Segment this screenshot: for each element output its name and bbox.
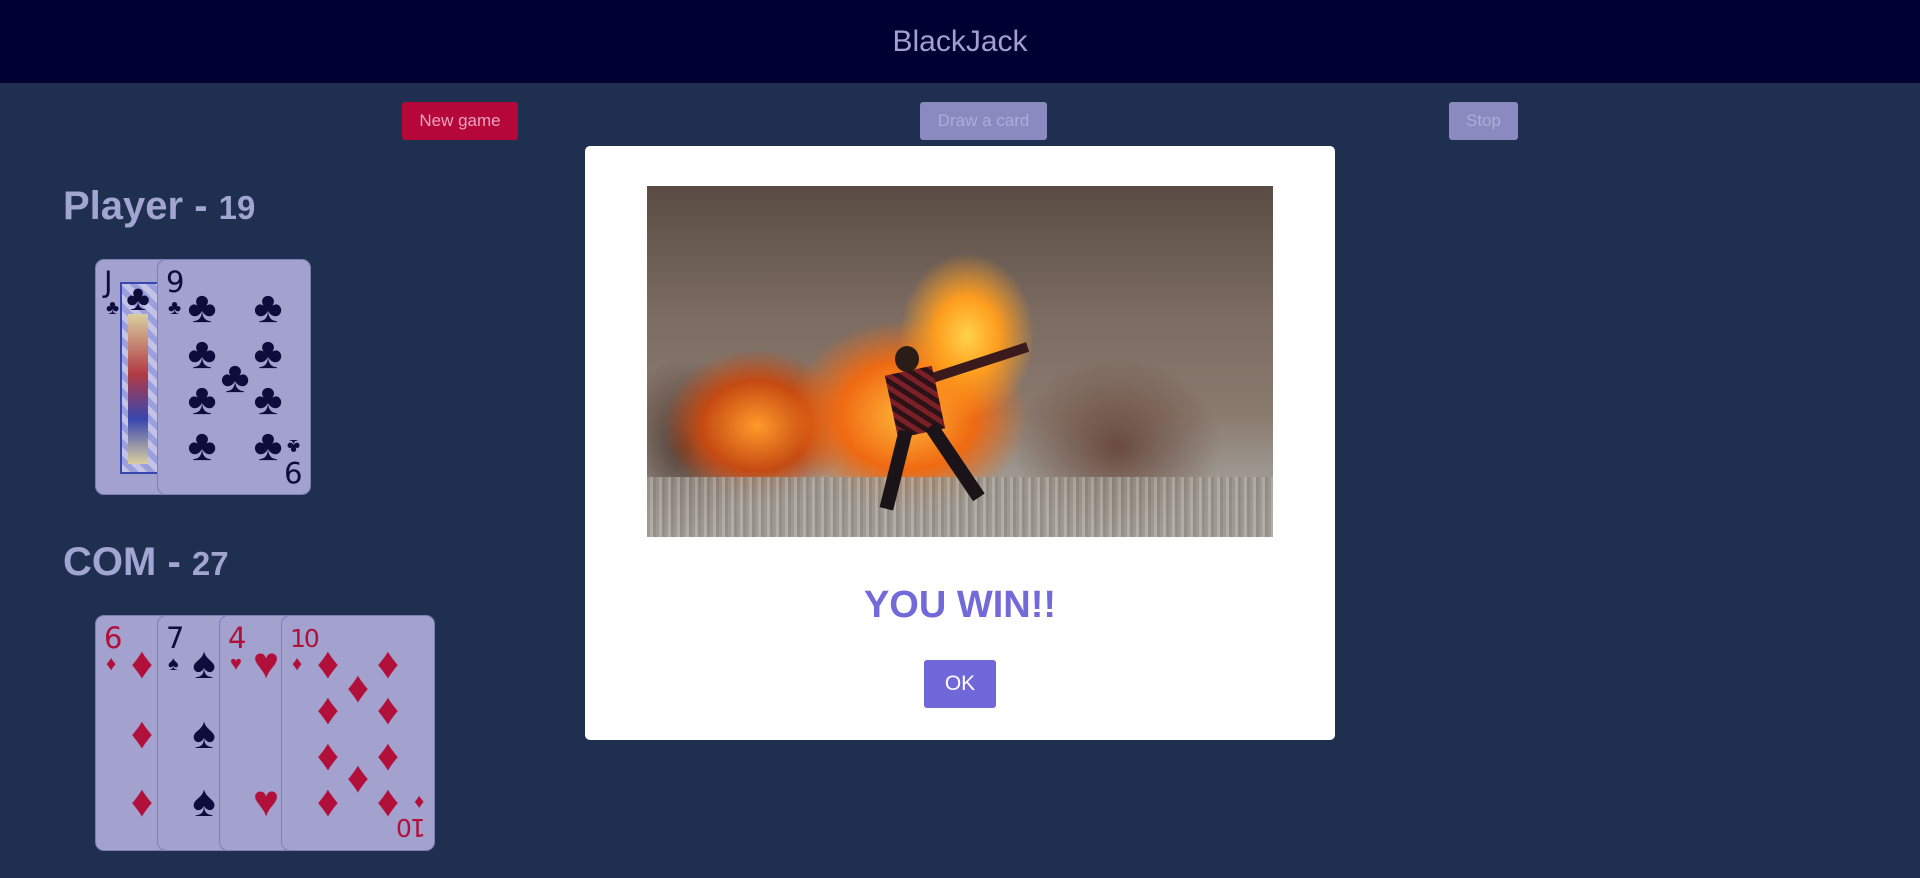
player-separator: - bbox=[183, 184, 219, 228]
diamond-suit-icon: ♦ bbox=[413, 791, 424, 813]
top-bar: BlackJack bbox=[0, 0, 1920, 83]
spade-suit-icon: ♠ bbox=[168, 653, 179, 675]
diamond-suit-icon: ♦ bbox=[292, 653, 303, 675]
diamond-suit-icon: ♦ bbox=[106, 653, 117, 675]
dancing-person bbox=[879, 342, 1030, 516]
win-message: YOU WIN!! bbox=[863, 584, 1057, 626]
draw-card-button[interactable]: Draw a card bbox=[920, 102, 1047, 140]
com-separator: - bbox=[156, 540, 192, 584]
com-score-heading: COM - 27 bbox=[63, 540, 229, 585]
app-title: BlackJack bbox=[892, 24, 1028, 58]
heart-suit-icon: ♥ bbox=[230, 653, 242, 675]
com-name: COM bbox=[63, 540, 157, 584]
card-rank-bottom: 9 bbox=[283, 455, 302, 489]
new-game-button[interactable]: New game bbox=[402, 102, 518, 140]
explosion-image bbox=[647, 186, 1273, 537]
diamond-pip: ♦ bbox=[376, 685, 400, 734]
club-suit-icon: ♣ bbox=[126, 277, 150, 318]
club-suit-icon: ♣ bbox=[286, 435, 300, 457]
player-card-nine-clubs: 9 ♣ ♣ ♣ ♣ ♣ ♣ ♣ ♣ ♣ ♣ ♣ 9 bbox=[157, 259, 311, 495]
ok-button[interactable]: OK bbox=[924, 660, 996, 708]
club-pip: ♣ bbox=[253, 283, 283, 332]
card-rank-bottom: 10 bbox=[398, 813, 426, 842]
player-score: 19 bbox=[218, 189, 256, 226]
diamond-pip: ♦ bbox=[316, 685, 340, 734]
player-score-heading: Player - 19 bbox=[63, 184, 255, 229]
com-card-ten-diamonds: 10 ♦ ♦ ♦ ♦ ♦ ♦ ♦ ♦ ♦ ♦ ♦ ♦ 10 bbox=[281, 615, 435, 851]
win-modal: YOU WIN!! OK bbox=[585, 146, 1335, 740]
card-rank: J bbox=[104, 265, 113, 299]
club-pip: ♣ bbox=[187, 421, 217, 470]
club-pip: ♣ bbox=[253, 375, 283, 424]
stop-button[interactable]: Stop bbox=[1449, 102, 1518, 140]
com-score: 27 bbox=[191, 545, 229, 582]
player-name: Player bbox=[63, 184, 184, 228]
diamond-pip: ♦ bbox=[316, 777, 340, 826]
club-pip: ♣ bbox=[187, 283, 217, 332]
club-pip: ♣ bbox=[187, 375, 217, 424]
